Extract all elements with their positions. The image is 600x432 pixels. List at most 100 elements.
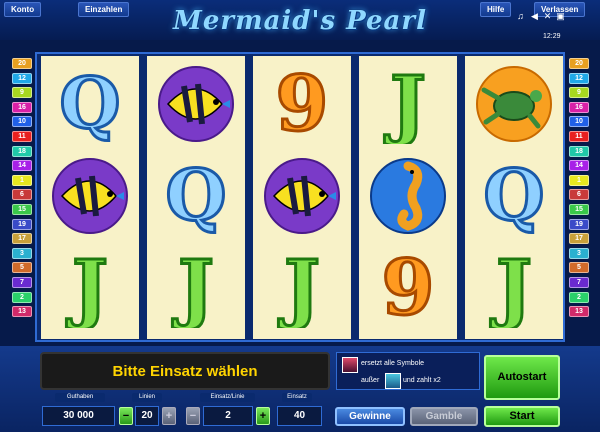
svg-text:Q: Q (166, 156, 227, 236)
music-note-icon[interactable]: ♫ (516, 12, 525, 21)
bet-per-line-value: 2 (203, 406, 253, 426)
payline-number: 1 (569, 174, 589, 186)
payline-number: 11 (569, 130, 589, 142)
payline-number: 12 (12, 72, 32, 84)
hilfe-button[interactable]: Hilfe (480, 2, 512, 17)
clock: 12:29 (543, 33, 561, 40)
payline-number: 9 (12, 87, 32, 99)
j-symbol: J (156, 242, 236, 334)
payline-number: 6 (569, 189, 589, 201)
balance-label: Guthaben (55, 393, 105, 402)
autostart-button[interactable]: Autostart (484, 355, 560, 400)
reel-1: QJ (41, 56, 139, 339)
payline-number: 17 (12, 233, 32, 245)
game-title: Mermaid's Pearl (173, 6, 427, 36)
payline-number: 2 (569, 291, 589, 303)
svg-text:Q: Q (60, 64, 121, 144)
scatter-symbol-icon (385, 373, 401, 389)
payline-number: 2 (12, 291, 32, 303)
payline-number: 17 (569, 233, 589, 245)
einzahlen-button[interactable]: Einzahlen (78, 2, 130, 17)
j-symbol: J (50, 242, 130, 334)
svg-text:J: J (384, 64, 426, 144)
svg-text:J: J (278, 248, 320, 328)
payline-number: 3 (569, 247, 589, 259)
q-symbol: Q (156, 153, 236, 239)
payline-number: 11 (12, 130, 32, 142)
q-symbol: Q (474, 153, 554, 239)
payline-number: 18 (12, 145, 32, 157)
payline-number: 16 (12, 101, 32, 113)
reel-2: QJ (147, 56, 245, 339)
payline-number: 15 (569, 203, 589, 215)
svg-text:J: J (490, 248, 532, 328)
top-bar: Konto Einzahlen Hilfe Verlassen Mermaid'… (0, 0, 600, 40)
mermaid-wild-icon (342, 357, 358, 373)
payline-number: 1 (12, 174, 32, 186)
message-text: Bitte Einsatz wählen (112, 363, 258, 380)
payline-number: 7 (12, 276, 32, 288)
payline-number: 19 (569, 218, 589, 230)
turtle-symbol (474, 64, 554, 144)
lines-plus-button[interactable]: + (162, 407, 176, 425)
gamble-button[interactable]: Gamble (410, 407, 478, 426)
nine-symbol: 9 (368, 242, 448, 334)
total-bet-value: 40 (277, 406, 322, 426)
payline-numbers-right: 20 12 9 16 10 11 18 14 1 6 15 19 17 3 5 7 2 13 (569, 58, 589, 321)
payline-numbers-left: 20 12 9 16 10 11 18 14 1 6 15 19 17 3 5 7 2 13 (12, 58, 32, 321)
svg-text:9: 9 (382, 248, 435, 328)
konto-button[interactable]: Konto (4, 2, 42, 17)
angelfish-symbol (156, 64, 236, 144)
payline-number: 9 (569, 87, 589, 99)
payline-number: 16 (569, 101, 589, 113)
svg-text:9: 9 (276, 64, 329, 144)
svg-text:J: J (66, 248, 108, 328)
payline-number: 7 (569, 276, 589, 288)
angelfish-symbol (50, 156, 130, 236)
payline-number: 5 (569, 262, 589, 274)
payline-number: 6 (12, 189, 32, 201)
fullscreen-icon[interactable]: ▣ (556, 12, 565, 21)
payline-number: 18 (569, 145, 589, 157)
payline-number: 13 (12, 306, 32, 318)
lines-minus-button[interactable]: − (119, 407, 133, 425)
payline-number: 10 (569, 116, 589, 128)
payline-number: 15 (12, 203, 32, 215)
payline-number: 20 (12, 58, 32, 69)
balance-value: 30 000 (42, 406, 115, 426)
speaker-icon[interactable]: ◀ (530, 12, 539, 21)
info-line-2a: außer (361, 377, 380, 384)
payline-number: 5 (12, 262, 32, 274)
start-button[interactable]: Start (484, 406, 560, 427)
lines-label: Linien (132, 393, 162, 402)
reel-5: QJ (465, 56, 563, 339)
nine-symbol: 9 (262, 58, 342, 150)
j-symbol: J (262, 242, 342, 334)
wild-info-box: ersetzt alle Symbole außer und zahlt x2 (336, 352, 480, 390)
gewinne-button[interactable]: Gewinne (335, 407, 405, 426)
svg-text:Q: Q (484, 156, 545, 236)
angelfish-symbol (262, 156, 342, 236)
reel-4: J9 (359, 56, 457, 339)
reel-3: 9J (253, 56, 351, 339)
lines-value: 20 (135, 406, 159, 426)
payline-number: 14 (12, 160, 32, 172)
info-line-2b: und zahlt x2 (403, 377, 441, 384)
payline-number: 10 (12, 116, 32, 128)
seahorse-symbol (368, 156, 448, 236)
bet-plus-button[interactable]: + (256, 407, 270, 425)
bet-minus-button[interactable]: − (186, 407, 200, 425)
close-icon[interactable]: ✕ (543, 12, 552, 21)
j-symbol: J (474, 242, 554, 334)
total-bet-label: Einsatz (282, 393, 312, 402)
bet-per-line-label: Einsatz/Linie (200, 393, 255, 402)
payline-number: 3 (12, 247, 32, 259)
info-line-1: ersetzt alle Symbole (361, 360, 425, 367)
j-symbol: J (368, 58, 448, 150)
payline-number: 19 (12, 218, 32, 230)
payline-number: 13 (569, 306, 589, 318)
q-symbol: Q (50, 61, 130, 147)
payline-number: 14 (569, 160, 589, 172)
payline-number: 12 (569, 72, 589, 84)
payline-number: 20 (569, 58, 589, 69)
